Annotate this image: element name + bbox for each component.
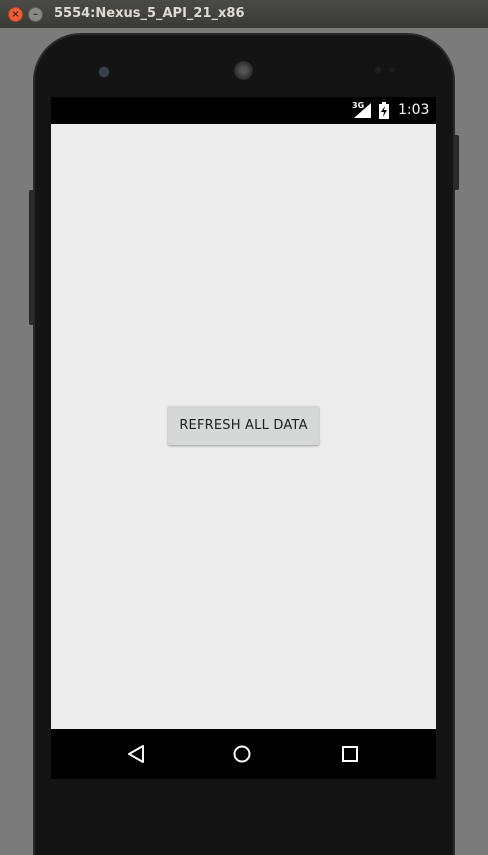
device-screen: 3G 1:03 REFRESH ALL DATA — [51, 97, 436, 779]
minimize-icon[interactable]: – — [28, 7, 43, 22]
window-title: 5554:Nexus_5_API_21_x86 — [54, 6, 245, 21]
refresh-all-data-button[interactable]: REFRESH ALL DATA — [168, 406, 319, 445]
home-circle-icon[interactable] — [233, 745, 251, 763]
back-triangle-icon[interactable] — [127, 745, 145, 763]
app-content-area: REFRESH ALL DATA — [51, 124, 436, 729]
light-sensor-icon — [389, 67, 395, 73]
battery-charging-icon — [379, 102, 389, 119]
cellular-signal-icon — [354, 103, 371, 118]
status-bar: 3G 1:03 — [51, 97, 436, 124]
recents-square-icon[interactable] — [342, 746, 358, 762]
proximity-sensor-icon — [375, 67, 381, 73]
front-camera-icon — [98, 66, 110, 78]
navigation-bar — [51, 729, 436, 779]
close-icon[interactable]: × — [8, 7, 23, 22]
clock-time: 1:03 — [398, 102, 430, 118]
earpiece-speaker-icon — [234, 61, 253, 80]
window-titlebar: × – 5554:Nexus_5_API_21_x86 — [0, 0, 488, 28]
